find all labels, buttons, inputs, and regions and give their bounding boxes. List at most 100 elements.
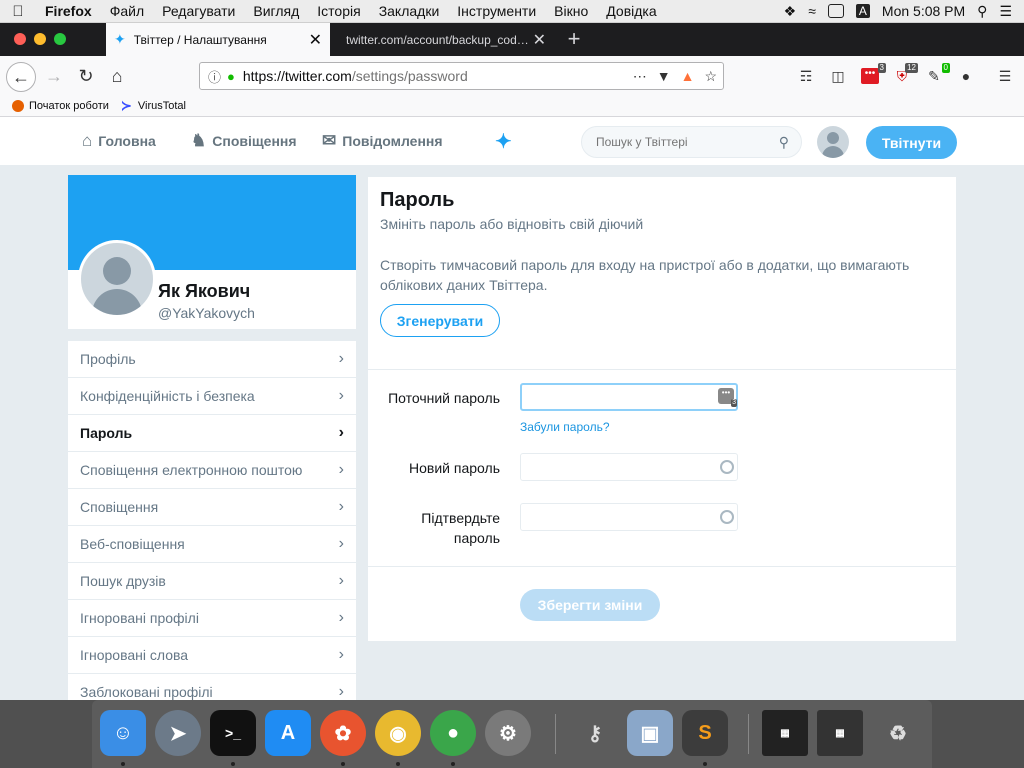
preview-icon[interactable]: ▣ — [627, 710, 673, 756]
settings-item-notifications[interactable]: Сповіщення › — [68, 489, 356, 526]
page-actions-icon[interactable]: ⋯ — [633, 68, 647, 85]
url-text[interactable]: https://twitter.com/settings/password — [243, 68, 468, 84]
menu-window[interactable]: Вікно — [545, 3, 597, 19]
menu-clock[interactable]: Mon 5:08 PM — [882, 3, 965, 19]
menu-help[interactable]: Довідка — [597, 3, 665, 19]
launchpad-icon[interactable]: ➤ — [155, 710, 201, 756]
hamburger-menu-icon[interactable]: ☰ — [996, 68, 1014, 84]
search-icon[interactable]: ⚲ — [779, 134, 789, 151]
nav-messages[interactable]: ✉ Повідомлення — [322, 117, 443, 165]
vpn-globe-icon[interactable]: ● — [430, 710, 476, 756]
dropbox-icon[interactable]: ❖ — [784, 3, 797, 20]
user-avatar[interactable] — [817, 126, 849, 158]
twitter-logo-icon[interactable]: ✦ — [495, 117, 512, 165]
keychain-icon[interactable]: ⚷ — [572, 710, 618, 756]
minimized-terminal-window[interactable]: ▦ — [762, 710, 808, 756]
new-password-input[interactable] — [520, 453, 738, 481]
menu-file[interactable]: Файл — [101, 3, 153, 19]
wifi-icon[interactable]: ≈ — [808, 3, 816, 19]
library-icon[interactable]: ☶ — [797, 68, 815, 84]
tab-backup-code[interactable]: twitter.com/account/backup_code/p ✕ — [330, 23, 554, 56]
apple-menu-icon[interactable]:  — [0, 3, 36, 20]
menu-bookmarks[interactable]: Закладки — [370, 3, 449, 19]
sublime-text-icon[interactable]: S — [682, 710, 728, 756]
extension-penguin-icon[interactable]: ● — [957, 68, 975, 84]
settings-item-blocked-accounts[interactable]: Заблоковані профілі › — [68, 674, 356, 700]
settings-item-password[interactable]: Пароль › — [68, 415, 356, 452]
home-button[interactable]: ⌂ — [103, 62, 131, 90]
tab-close-icon[interactable]: ✕ — [309, 30, 322, 50]
reload-icon: ↻ — [78, 65, 94, 86]
app-store-icon[interactable]: A — [265, 710, 311, 756]
nav-home[interactable]: ⌂ Головна — [82, 117, 156, 165]
battery-icon[interactable] — [827, 4, 844, 18]
settings-item-web-notifications[interactable]: Веб-сповіщення › — [68, 526, 356, 563]
extension-icon-3[interactable]: ✎ 0 — [925, 63, 950, 84]
twitter-search[interactable]: ⚲ — [581, 126, 802, 158]
system-preferences-icon[interactable]: ⚙ — [485, 710, 531, 756]
current-password-input[interactable] — [520, 383, 738, 411]
chevron-right-icon: › — [338, 498, 344, 515]
pocket-icon[interactable]: ▼ — [657, 68, 671, 84]
notification-center-icon[interactable]: ☰ — [999, 3, 1012, 20]
window-zoom-button[interactable] — [54, 33, 66, 45]
tweet-button[interactable]: Твітнути — [866, 126, 957, 159]
settings-item-find-friends[interactable]: Пошук друзів › — [68, 563, 356, 600]
info-icon[interactable]: ⓘ — [208, 67, 221, 86]
settings-item-muted-accounts[interactable]: Ігноровані профілі › — [68, 600, 356, 637]
profile-avatar[interactable] — [78, 240, 156, 318]
lock-icon[interactable]: ● — [227, 69, 235, 84]
nav-notifications[interactable]: ♞ Сповіщення — [191, 117, 297, 165]
sidebar-icon[interactable]: ◫ — [829, 68, 847, 84]
tab-twitter-settings[interactable]: ✦ Твіттер / Налаштування ✕ — [106, 23, 330, 56]
forgot-password-link[interactable]: Забули пароль? — [520, 420, 610, 434]
settings-item-privacy[interactable]: Конфіденційність і безпека › — [68, 378, 356, 415]
forward-button[interactable]: → — [40, 62, 68, 90]
minimized-browser-window[interactable]: ▦ — [817, 710, 863, 756]
extension-chart-icon[interactable]: ▲ — [681, 68, 695, 84]
firefox-icon[interactable]: ✿ — [320, 710, 366, 756]
reload-button[interactable]: ↻ — [72, 62, 100, 90]
settings-item-email-notifications[interactable]: Сповіщення електронною поштою › — [68, 452, 356, 489]
back-button[interactable]: ← — [6, 62, 36, 92]
settings-item-profile[interactable]: Профіль › — [68, 341, 356, 378]
new-tab-icon[interactable]: + — [560, 25, 588, 53]
spotlight-search-icon[interactable]: ⚲ — [977, 3, 987, 20]
bookmark-getting-started[interactable]: Початок роботи — [12, 100, 109, 112]
menu-edit[interactable]: Редагувати — [153, 3, 244, 19]
menu-tools[interactable]: Інструменти — [448, 3, 545, 19]
virustotal-icon: ≻ — [120, 98, 132, 113]
chevron-right-icon: › — [338, 683, 344, 700]
finder-icon[interactable]: ☺ — [100, 710, 146, 756]
confirm-password-input[interactable] — [520, 503, 738, 531]
chrome-icon[interactable]: ◉ — [375, 710, 421, 756]
password-manager-icon[interactable]: ••• 3 — [718, 388, 737, 407]
extension-icon-1[interactable]: ••• 3 — [861, 63, 886, 84]
window-minimize-button[interactable] — [34, 33, 46, 45]
generate-button[interactable]: Згенерувати — [380, 304, 500, 337]
profile-name[interactable]: Як Якович — [158, 281, 250, 302]
tab-close-icon[interactable]: ✕ — [533, 30, 546, 50]
window-close-button[interactable] — [14, 33, 26, 45]
twitter-search-input[interactable] — [594, 134, 779, 150]
input-source-icon[interactable]: A — [855, 4, 870, 18]
password-key-icon[interactable] — [720, 510, 734, 524]
trash-icon[interactable]: ♻ — [875, 710, 921, 756]
password-key-icon[interactable] — [720, 460, 734, 474]
url-bar[interactable]: ⓘ ● https://twitter.com/settings/passwor… — [199, 62, 724, 90]
bookmark-star-icon[interactable]: ☆ — [704, 68, 717, 85]
settings-item-muted-words[interactable]: Ігноровані слова › — [68, 637, 356, 674]
bookmarks-toolbar: Початок роботи ≻ VirusTotal — [0, 96, 1024, 117]
twitter-bird-icon: ✦ — [114, 31, 126, 47]
save-changes-button[interactable]: Зберегти зміни — [520, 589, 660, 621]
profile-handle[interactable]: @YakYakovych — [158, 305, 255, 321]
menu-history[interactable]: Історія — [308, 3, 369, 19]
avatar-body — [822, 146, 844, 158]
terminal-icon[interactable]: >_ — [210, 710, 256, 756]
bookmark-virustotal[interactable]: ≻ VirusTotal — [120, 98, 186, 113]
menu-view[interactable]: Вигляд — [244, 3, 308, 19]
extension-shield-icon[interactable]: ⛨ 12 — [893, 63, 918, 84]
running-indicator — [396, 762, 400, 766]
macos-dock: ☺ ➤ >_ A ✿ ◉ ● ⚙ ⚷ ▣ S ▦ ▦ ♻ — [92, 700, 932, 768]
menu-app-firefox[interactable]: Firefox — [36, 3, 101, 19]
